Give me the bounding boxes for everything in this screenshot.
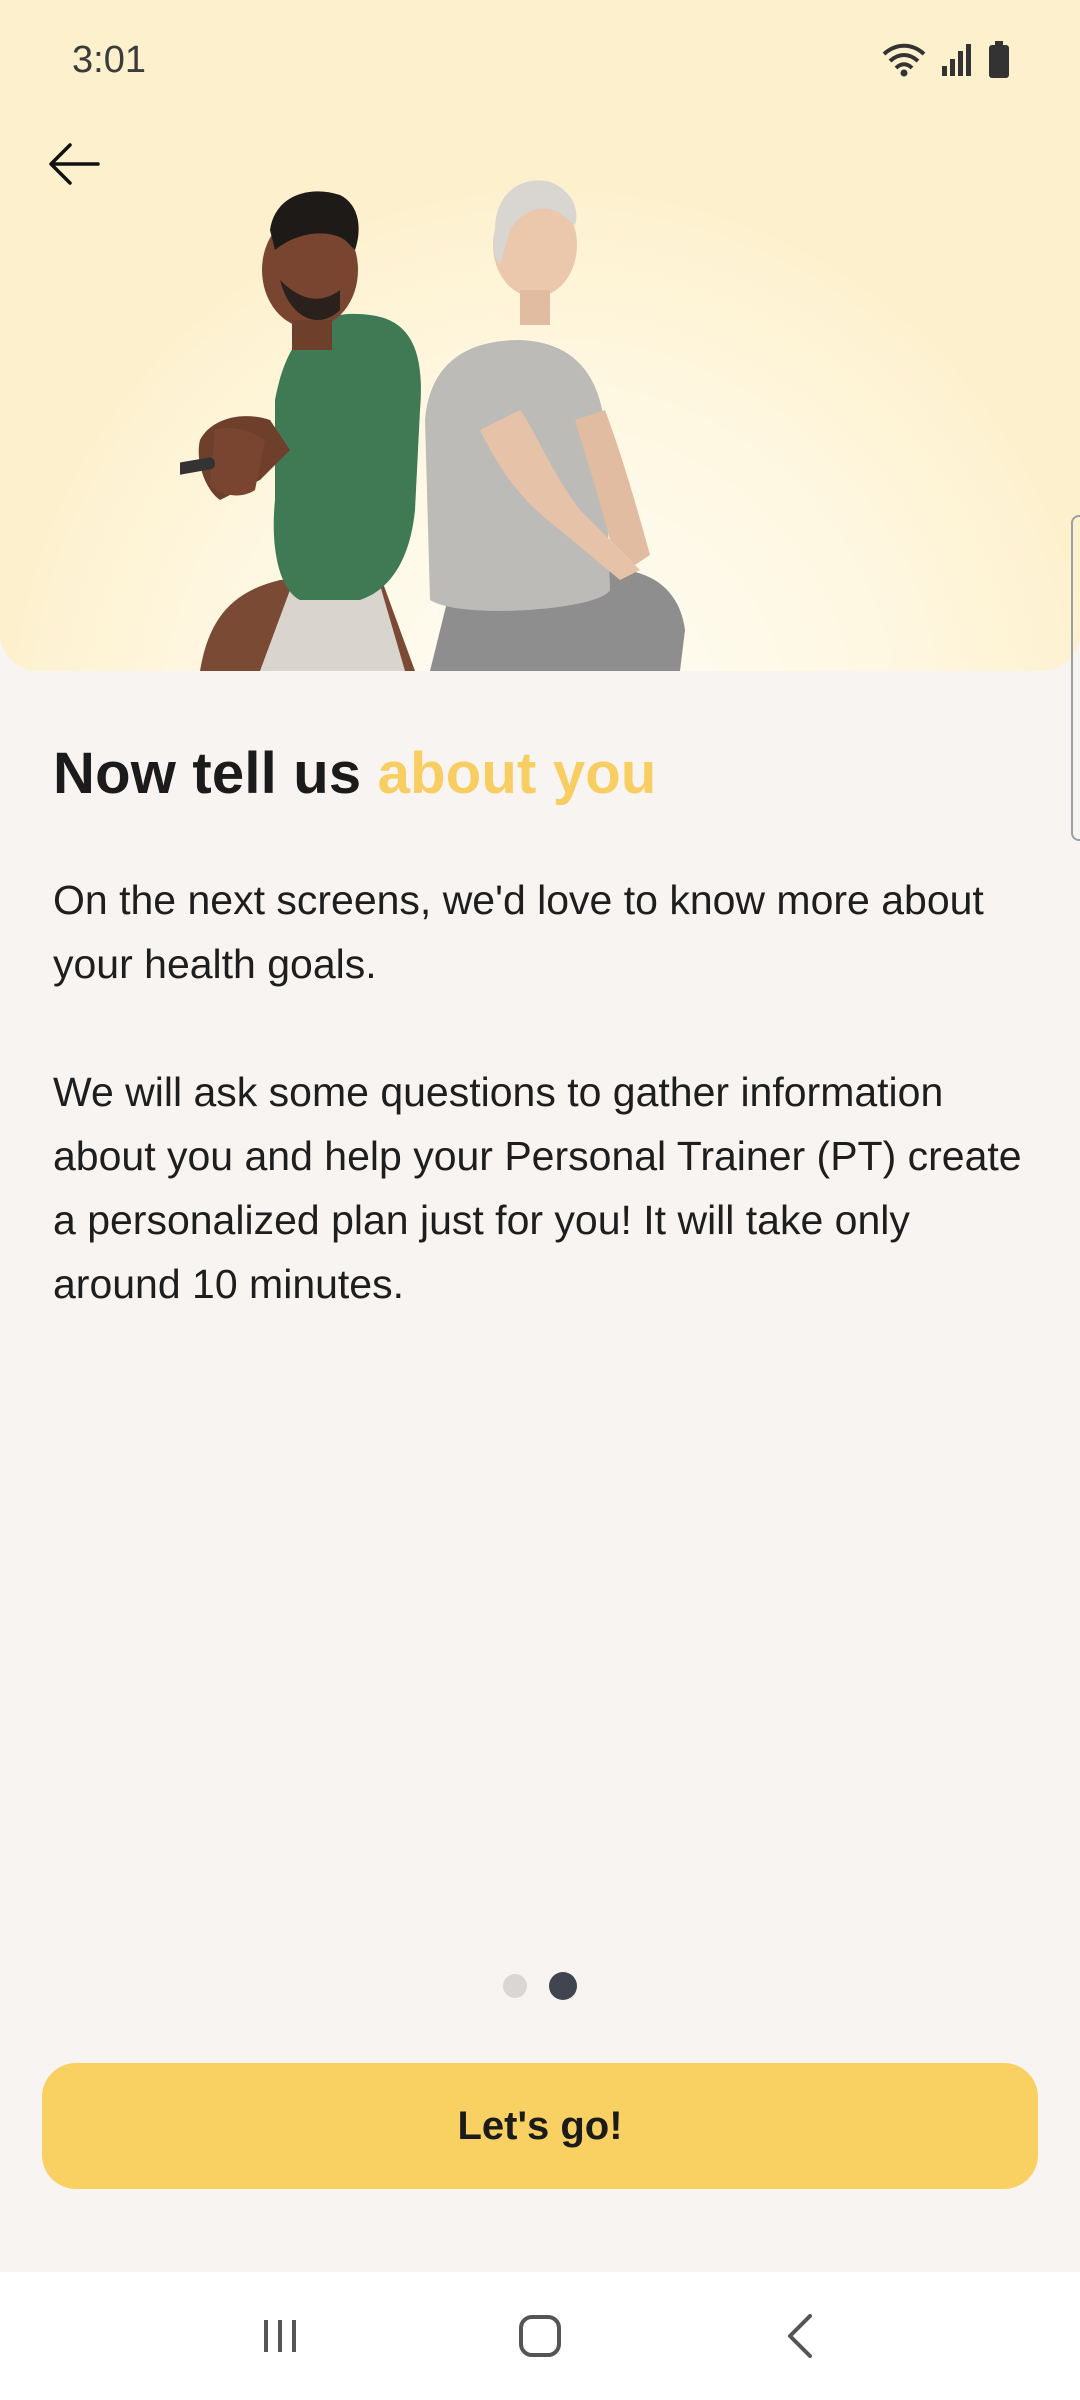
- hero-header: 3:01: [0, 0, 1080, 671]
- intro-paragraph: On the next screens, we'd love to know m…: [53, 877, 984, 987]
- home-icon: [519, 2315, 561, 2357]
- system-back-button[interactable]: [755, 2291, 845, 2381]
- page-indicator: [0, 1972, 1080, 2000]
- page-dot-1[interactable]: [503, 1974, 527, 1998]
- onboarding-screen: 3:01 Now tell us about you On the next s…: [0, 0, 1080, 2400]
- status-time: 3:01: [72, 38, 146, 81]
- title-accent: about you: [377, 741, 657, 806]
- signal-icon: [942, 44, 971, 76]
- man-figure: [180, 191, 421, 671]
- recent-apps-button[interactable]: [235, 2291, 325, 2381]
- home-button[interactable]: [495, 2291, 585, 2381]
- arrow-left-icon: [49, 143, 100, 185]
- page-title: Now tell us about you: [53, 740, 1033, 807]
- details-paragraph: We will ask some questions to gather inf…: [53, 1069, 1022, 1307]
- people-stretching-illustration: [180, 180, 685, 671]
- status-icons: [882, 41, 1010, 79]
- title-main: Now tell us: [53, 741, 378, 806]
- back-button[interactable]: [36, 126, 112, 202]
- battery-icon: [989, 41, 1009, 78]
- status-bar: 3:01: [0, 0, 1080, 120]
- system-nav-bar: [0, 2272, 1080, 2400]
- recent-apps-icon: [264, 2320, 296, 2352]
- back-icon: [788, 2314, 812, 2358]
- lets-go-button[interactable]: Let's go!: [42, 2063, 1038, 2189]
- edge-panel-handle[interactable]: [1071, 515, 1080, 841]
- woman-figure: [425, 180, 685, 671]
- page-dot-2-active[interactable]: [549, 1972, 577, 2000]
- wifi-icon: [882, 43, 926, 77]
